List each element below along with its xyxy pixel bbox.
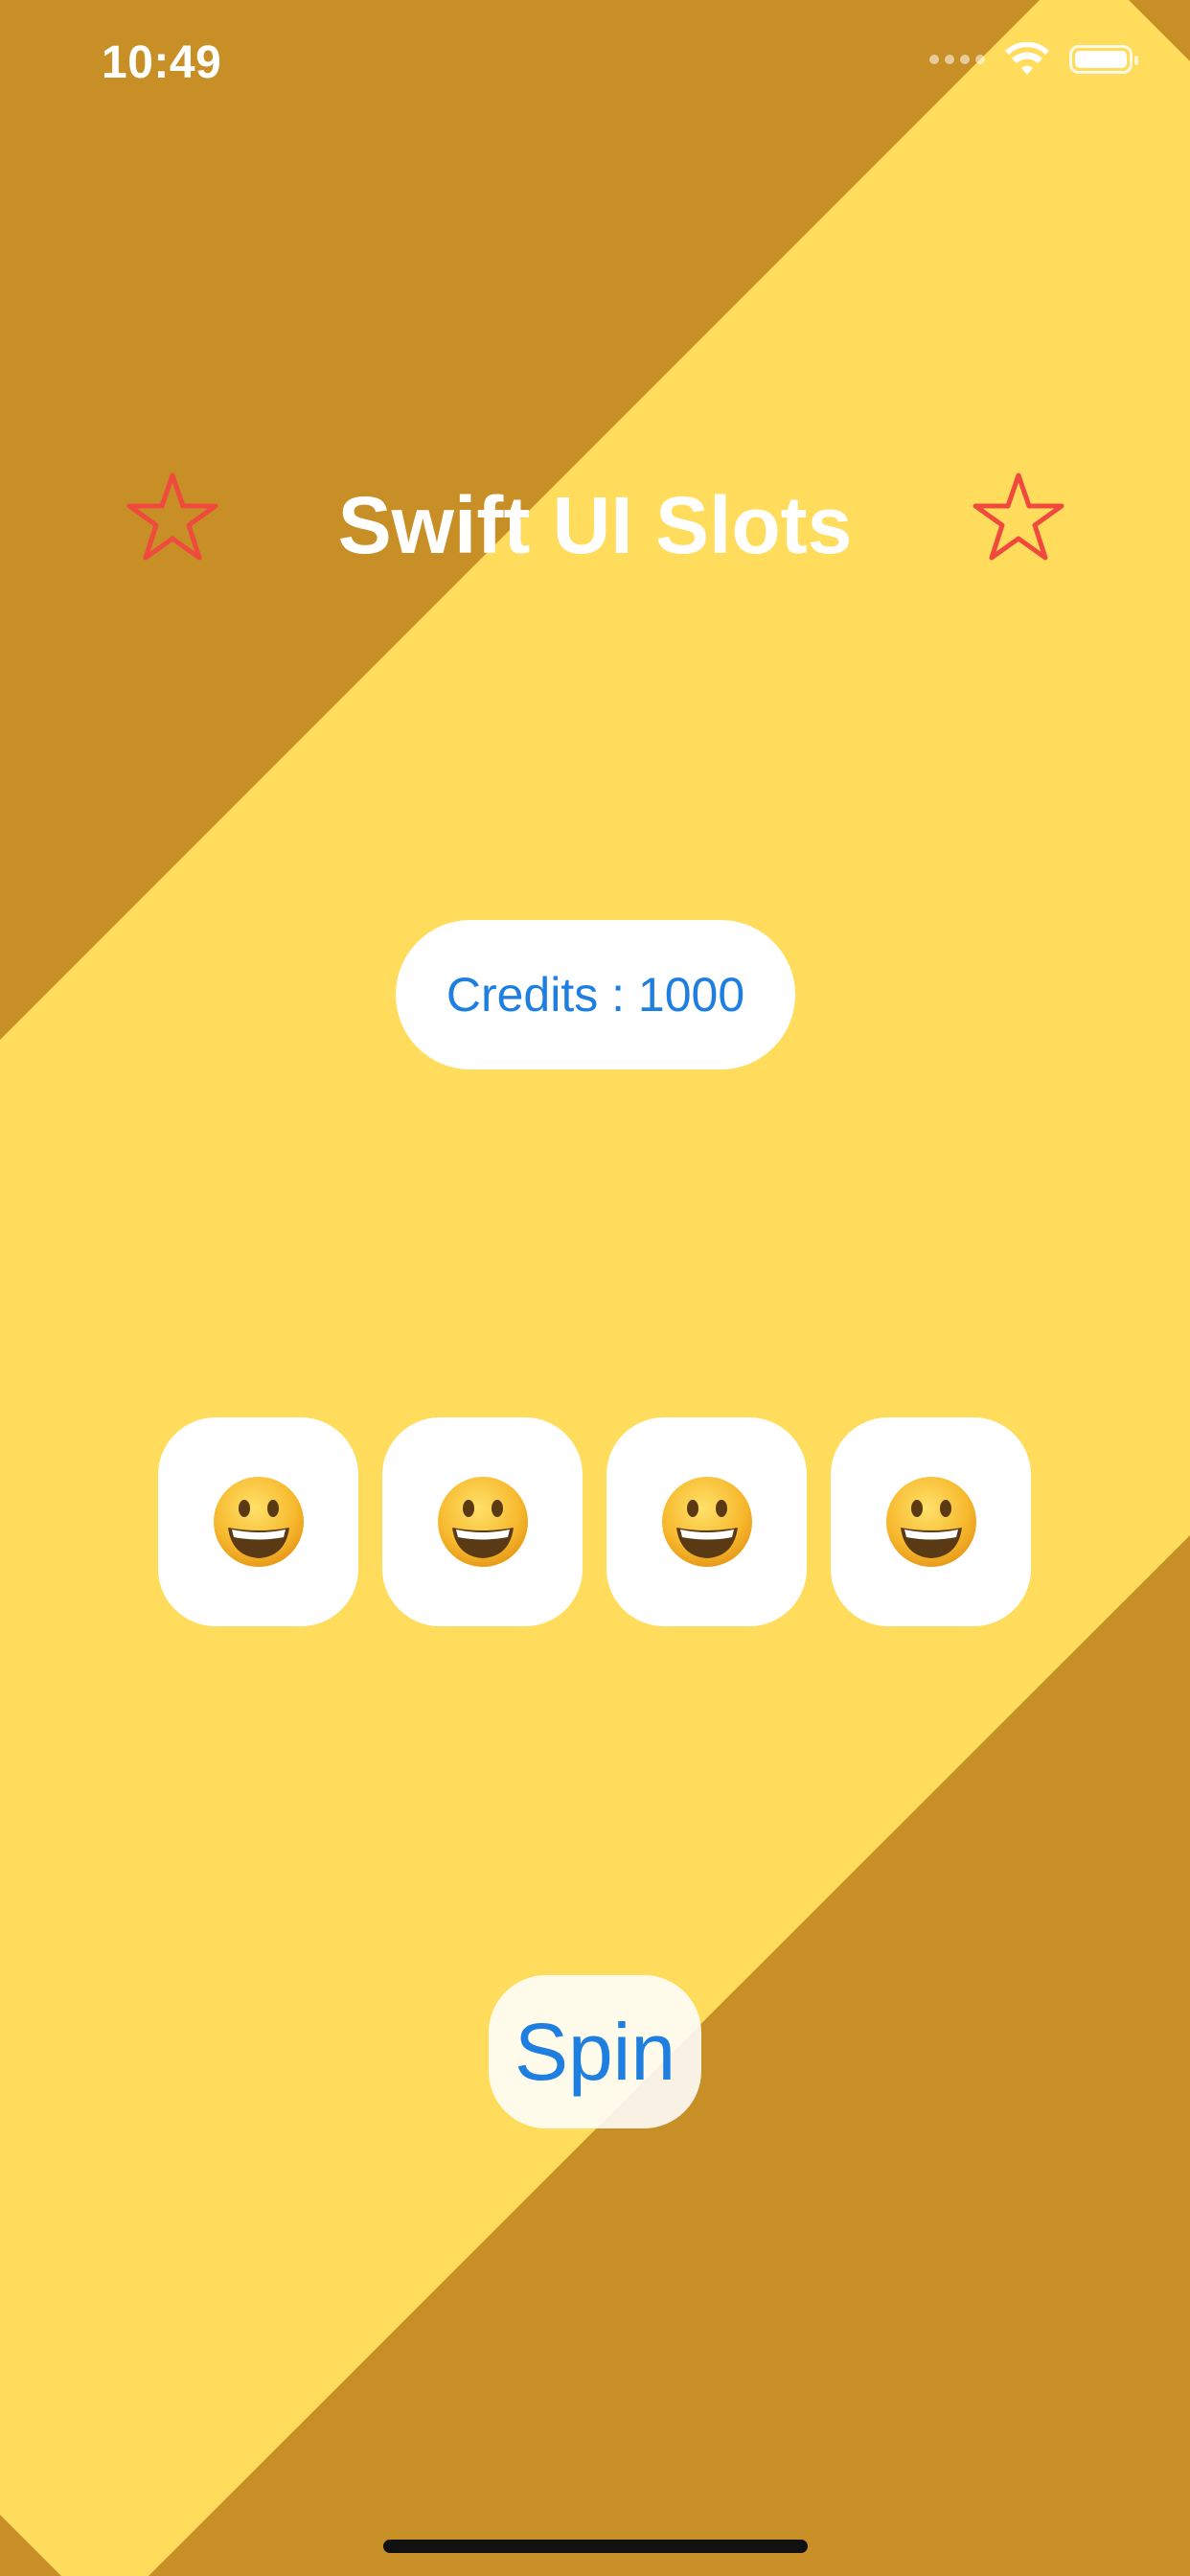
status-icons bbox=[929, 42, 1138, 77]
spin-button-label: Spin bbox=[514, 2006, 676, 2097]
star-outline-icon bbox=[973, 472, 1064, 561]
background-diagonal bbox=[0, 0, 1190, 2576]
home-indicator[interactable] bbox=[383, 2540, 808, 2553]
credits-badge: Credits : 1000 bbox=[396, 920, 795, 1070]
slot-card bbox=[158, 1417, 358, 1626]
slot-card bbox=[831, 1417, 1031, 1626]
spin-button[interactable]: Spin bbox=[489, 1975, 701, 2128]
status-time: 10:49 bbox=[102, 37, 222, 88]
wifi-icon bbox=[1005, 42, 1049, 75]
slot-card bbox=[382, 1417, 583, 1626]
slot-row bbox=[158, 1417, 1031, 1626]
cellular-signal-icon bbox=[929, 55, 985, 64]
slots-screen: 10:49 Swift UI Slots Credits : 1000 Spin bbox=[0, 0, 1190, 2576]
battery-icon bbox=[1069, 45, 1138, 74]
grinning-face-icon bbox=[213, 1477, 304, 1567]
header: Swift UI Slots bbox=[0, 470, 1190, 575]
grinning-face-icon bbox=[885, 1477, 976, 1567]
credits-label: Credits : 1000 bbox=[446, 968, 745, 1022]
slot-card bbox=[606, 1417, 807, 1626]
grinning-face-icon bbox=[661, 1477, 752, 1567]
grinning-face-icon bbox=[437, 1477, 528, 1567]
